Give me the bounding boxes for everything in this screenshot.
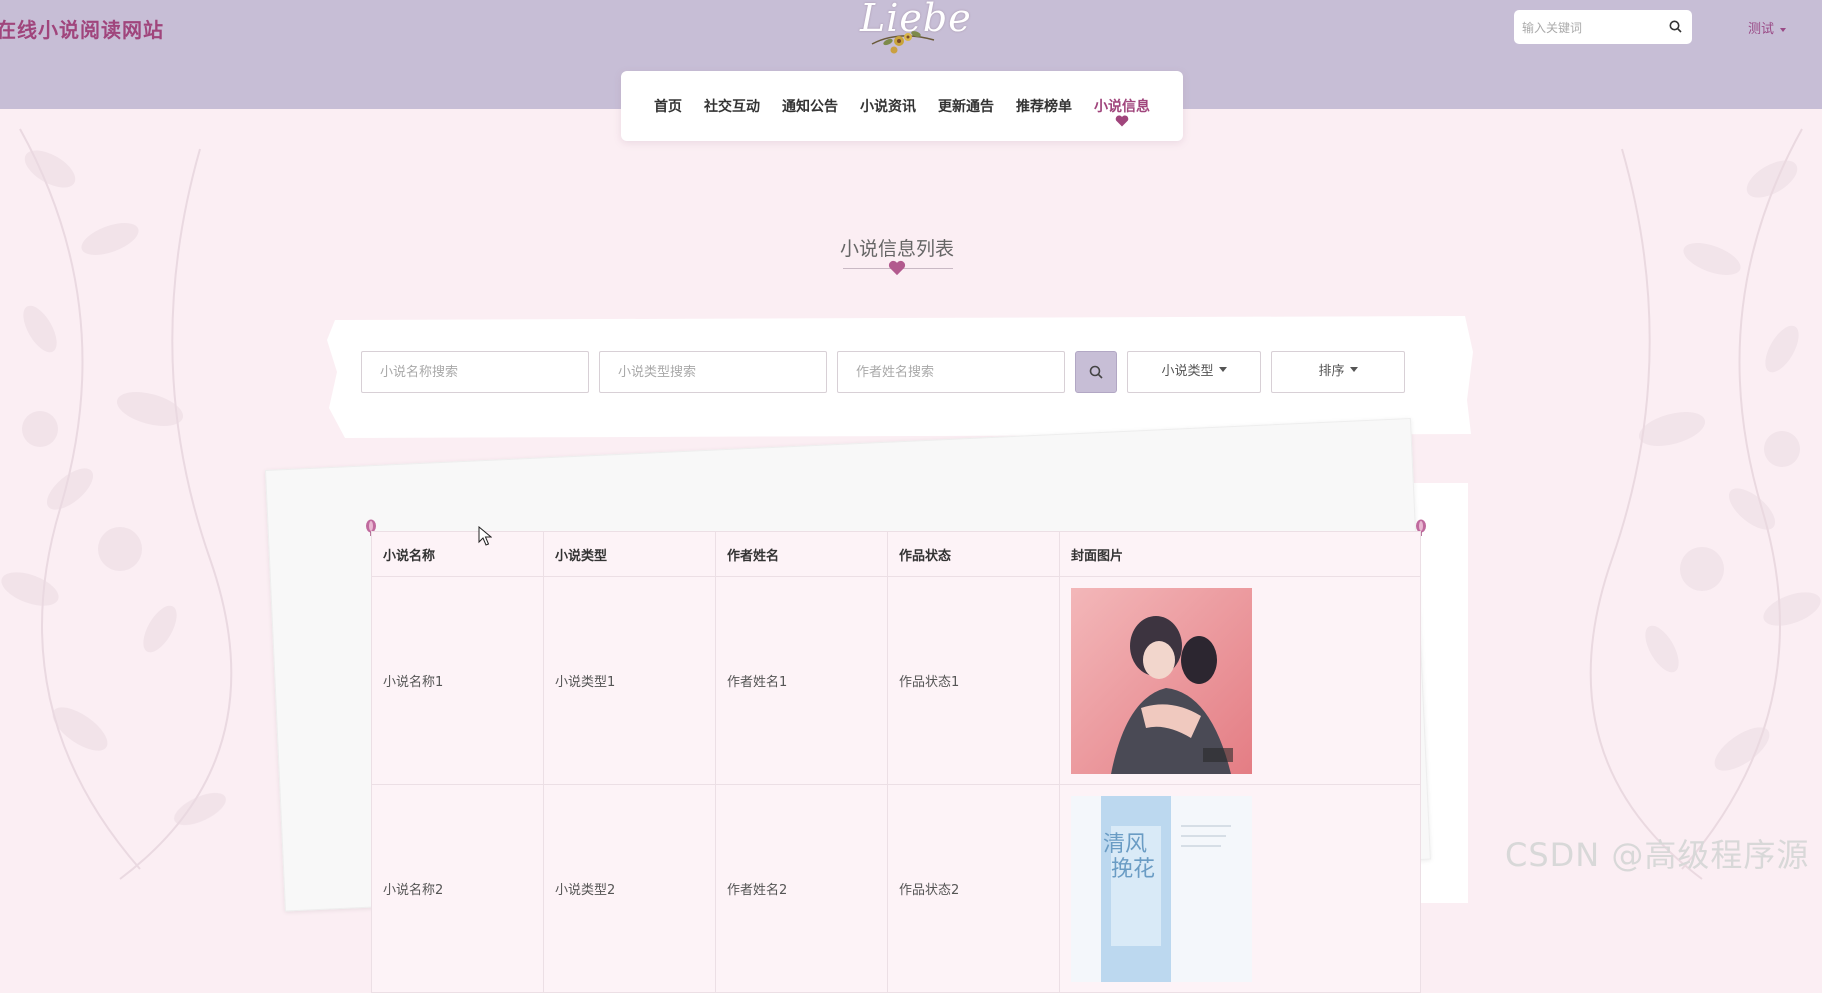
cover-image[interactable]	[1071, 587, 1252, 774]
table-row[interactable]: 小说名称1 小说类型1 作者姓名1 作品状态1	[371, 576, 1421, 785]
novel-type-dropdown[interactable]: 小说类型	[1127, 351, 1261, 393]
top-search-input[interactable]	[1520, 16, 1664, 40]
sort-dropdown[interactable]: 排序	[1271, 351, 1405, 393]
novel-table: 小说名称 小说类型 作者姓名 作品状态 封面图片 小说名称1 小说类型1 作者姓…	[371, 531, 1421, 993]
col-novel-type: 小说类型	[543, 531, 716, 577]
site-title[interactable]: 在线小说阅读网站	[0, 14, 164, 43]
col-cover-image: 封面图片	[1059, 531, 1421, 577]
col-novel-name: 小说名称	[371, 531, 544, 577]
novel-type-search-input[interactable]	[599, 351, 827, 393]
sort-dropdown-label: 排序	[1318, 364, 1345, 379]
logo[interactable]: Liebe	[854, 0, 971, 60]
cell-novel-type: 小说类型1	[543, 576, 716, 785]
cell-author-name: 作者姓名2	[715, 784, 888, 993]
user-name: 测试	[1748, 22, 1775, 37]
cell-cover: 清风 挽花	[1059, 784, 1421, 993]
watermark: CSDN @高级程序源	[1505, 836, 1810, 874]
nav-updates[interactable]: 更新通告	[927, 96, 1005, 116]
svg-text:挽花: 挽花	[1111, 857, 1155, 882]
mouse-cursor-icon	[478, 526, 492, 546]
col-work-status: 作品状态	[887, 531, 1060, 577]
flower-logo-icon	[871, 31, 935, 54]
col-author-name: 作者姓名	[715, 531, 888, 577]
floral-decoration-right	[1589, 128, 1821, 880]
cell-cover	[1059, 576, 1421, 785]
nav-novel-news[interactable]: 小说资讯	[849, 96, 927, 116]
cell-novel-name: 小说名称2	[371, 784, 544, 993]
cell-author-name: 作者姓名1	[715, 576, 888, 785]
search-icon[interactable]	[1669, 20, 1682, 33]
nav-home[interactable]: 首页	[643, 96, 693, 116]
user-menu[interactable]: 测试	[1748, 18, 1787, 37]
cell-work-status: 作品状态2	[887, 784, 1060, 993]
nav-social[interactable]: 社交互动	[693, 96, 771, 116]
cell-work-status: 作品状态1	[887, 576, 1060, 785]
table-row[interactable]: 小说名称2 小说类型2 作者姓名2 作品状态2 清风 挽花	[371, 784, 1421, 993]
caret-down-icon	[1218, 367, 1227, 372]
cover-image[interactable]: 清风 挽花	[1071, 795, 1252, 982]
main-nav: 首页 社交互动 通知公告 小说资讯 更新通告 推荐榜单 小说信息	[621, 71, 1183, 141]
search-button[interactable]	[1075, 351, 1117, 393]
search-icon	[1089, 365, 1103, 379]
author-name-search-input[interactable]	[837, 351, 1065, 393]
svg-text:清风: 清风	[1103, 832, 1147, 857]
nav-novel-info[interactable]: 小说信息	[1083, 96, 1161, 127]
table-header-row: 小说名称 小说类型 作者姓名 作品状态 封面图片	[371, 531, 1421, 577]
novel-type-dropdown-label: 小说类型	[1161, 364, 1214, 379]
chevron-down-icon	[1780, 27, 1787, 32]
section-title: 小说信息列表	[839, 238, 954, 260]
nav-notices[interactable]: 通知公告	[771, 96, 849, 116]
top-search-box	[1514, 10, 1692, 44]
novel-name-search-input[interactable]	[361, 351, 589, 393]
heart-icon	[1115, 115, 1129, 127]
floral-decoration-left	[1, 128, 233, 880]
nav-ranking[interactable]: 推荐榜单	[1005, 96, 1083, 116]
heart-icon	[888, 260, 906, 276]
caret-down-icon	[1349, 367, 1358, 372]
cell-novel-type: 小说类型2	[543, 784, 716, 993]
nav-novel-info-label: 小说信息	[1094, 99, 1150, 115]
cell-novel-name: 小说名称1	[371, 576, 544, 785]
